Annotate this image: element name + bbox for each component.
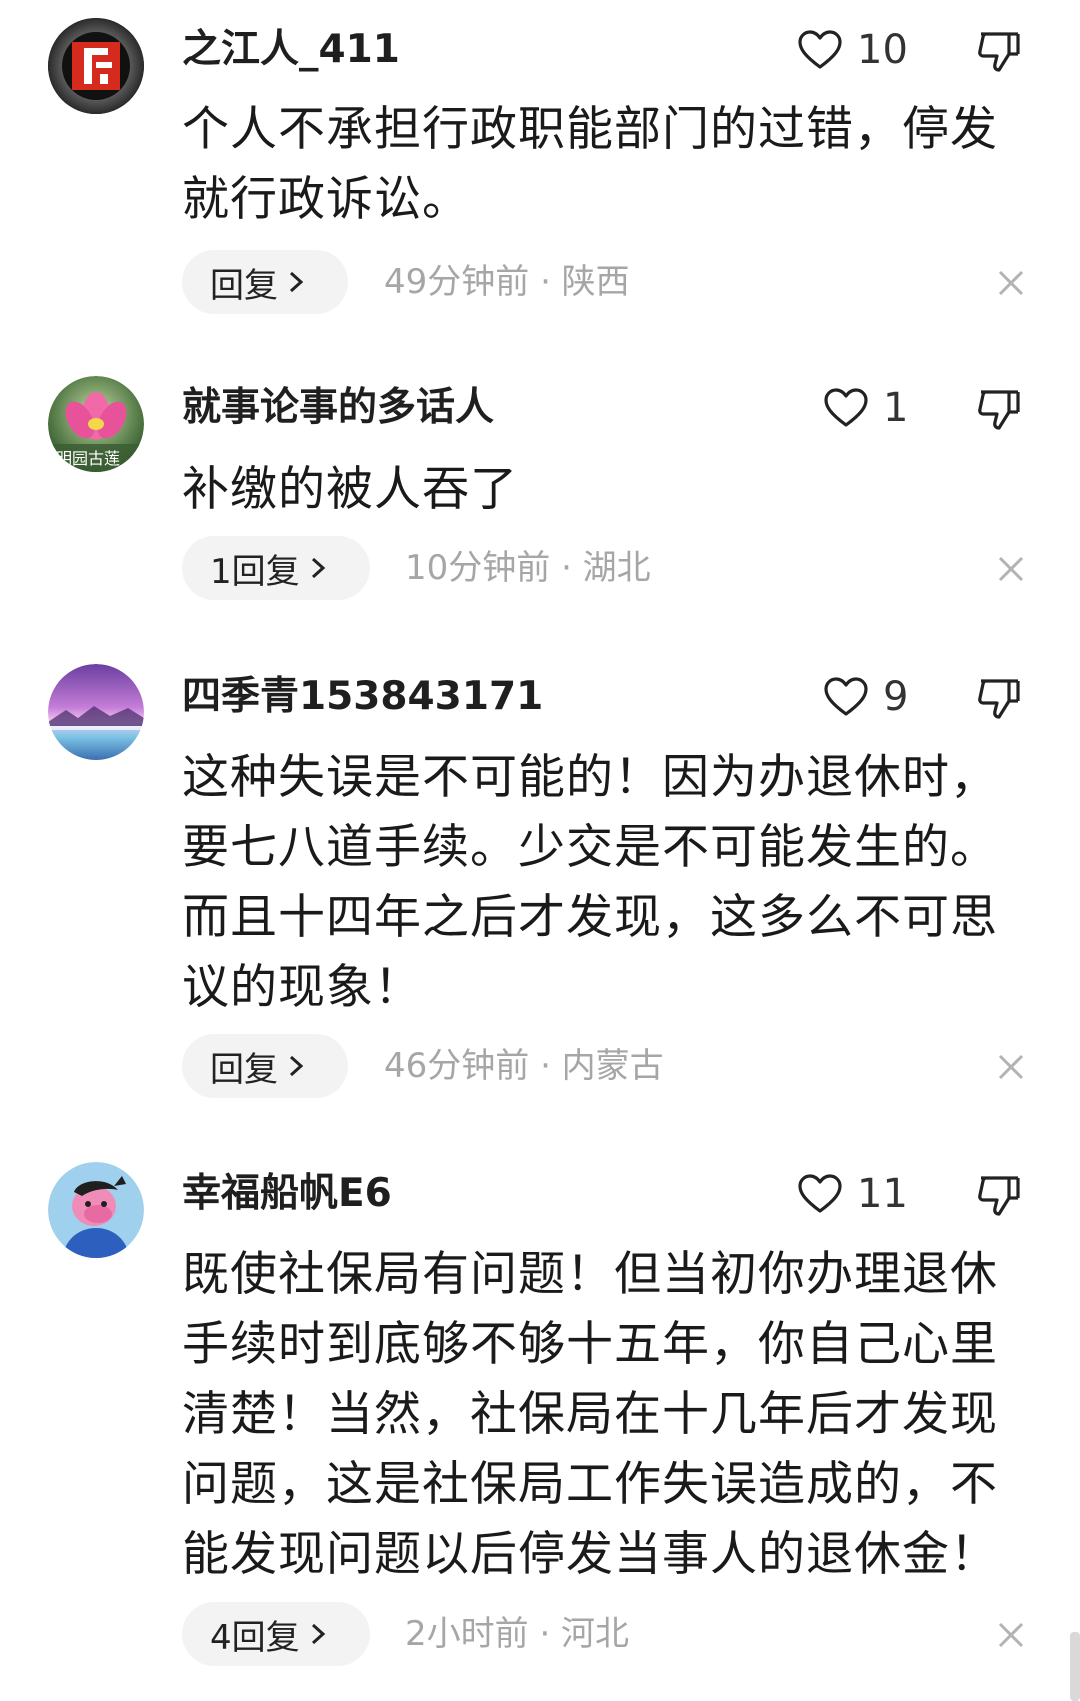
reply-button[interactable]: 回复 (182, 250, 348, 314)
close-icon[interactable] (996, 1620, 1026, 1650)
reply-button[interactable]: 4回复 (182, 1602, 370, 1666)
reply-label: 1回复 (210, 551, 300, 592)
avatar[interactable] (48, 1162, 144, 1258)
username[interactable]: 四季青153843171 (182, 675, 543, 719)
timestamp-location: 10分钟前 · 湖北 (405, 548, 651, 588)
heart-outline-icon (798, 1174, 842, 1213)
close-icon[interactable] (996, 1052, 1026, 1082)
like-count: 1 (883, 385, 909, 431)
reply-button[interactable]: 1回复 (182, 536, 370, 600)
avatar[interactable] (48, 664, 144, 760)
heart-outline-icon (824, 677, 868, 716)
reply-label: 回复 (210, 265, 278, 306)
reply-label: 4回复 (210, 1617, 300, 1658)
like-button[interactable]: 10 (797, 28, 908, 72)
like-button[interactable]: 1 (823, 386, 908, 430)
heart-outline-icon (798, 30, 842, 69)
avatar[interactable] (48, 18, 144, 114)
scrollbar[interactable] (1070, 1632, 1080, 1701)
timestamp-location: 49分钟前 · 陕西 (384, 262, 630, 302)
thumbs-down-icon[interactable] (975, 675, 1023, 723)
avatar-watermark: 明园古莲 (56, 449, 120, 468)
chevron-right-icon (289, 271, 304, 293)
close-icon[interactable] (996, 268, 1026, 298)
thumbs-down-icon[interactable] (975, 1172, 1023, 1220)
username[interactable]: 幸福船帆E6 (182, 1172, 392, 1216)
comment-text: 个人不承担行政职能部门的过错，停发就行政诉讼。 (182, 102, 998, 227)
username[interactable]: 之江人_411 (182, 28, 400, 72)
like-count: 11 (857, 1171, 908, 1217)
username[interactable]: 就事论事的多话人 (182, 386, 494, 430)
reply-label: 回复 (210, 1049, 278, 1090)
heart-outline-icon (824, 388, 868, 427)
like-button[interactable]: 11 (797, 1172, 908, 1216)
chevron-right-icon (289, 1055, 304, 1077)
timestamp-location: 46分钟前 · 内蒙古 (384, 1046, 664, 1086)
timestamp-location: 2小时前 · 河北 (405, 1614, 630, 1654)
chevron-right-icon (311, 557, 325, 579)
like-count: 9 (883, 674, 909, 720)
comment-text: 这种失误是不可能的！因为办退休时，要七八道手续。少交是不可能发生的。而且十四年之… (182, 750, 998, 1015)
chevron-right-icon (311, 1623, 325, 1645)
reply-button[interactable]: 回复 (182, 1034, 348, 1098)
thumbs-down-icon[interactable] (975, 28, 1023, 76)
thumbs-down-icon[interactable] (975, 386, 1023, 434)
avatar[interactable]: 明园古莲 (48, 376, 144, 472)
like-button[interactable]: 9 (823, 675, 908, 719)
comment-text: 既使社保局有问题！但当初你办理退休手续时到底够不够十五年，你自己心里清楚！当然，… (182, 1247, 998, 1582)
comment-text: 补缴的被人吞了 (182, 462, 518, 517)
close-icon[interactable] (996, 554, 1026, 584)
like-count: 10 (857, 27, 908, 73)
